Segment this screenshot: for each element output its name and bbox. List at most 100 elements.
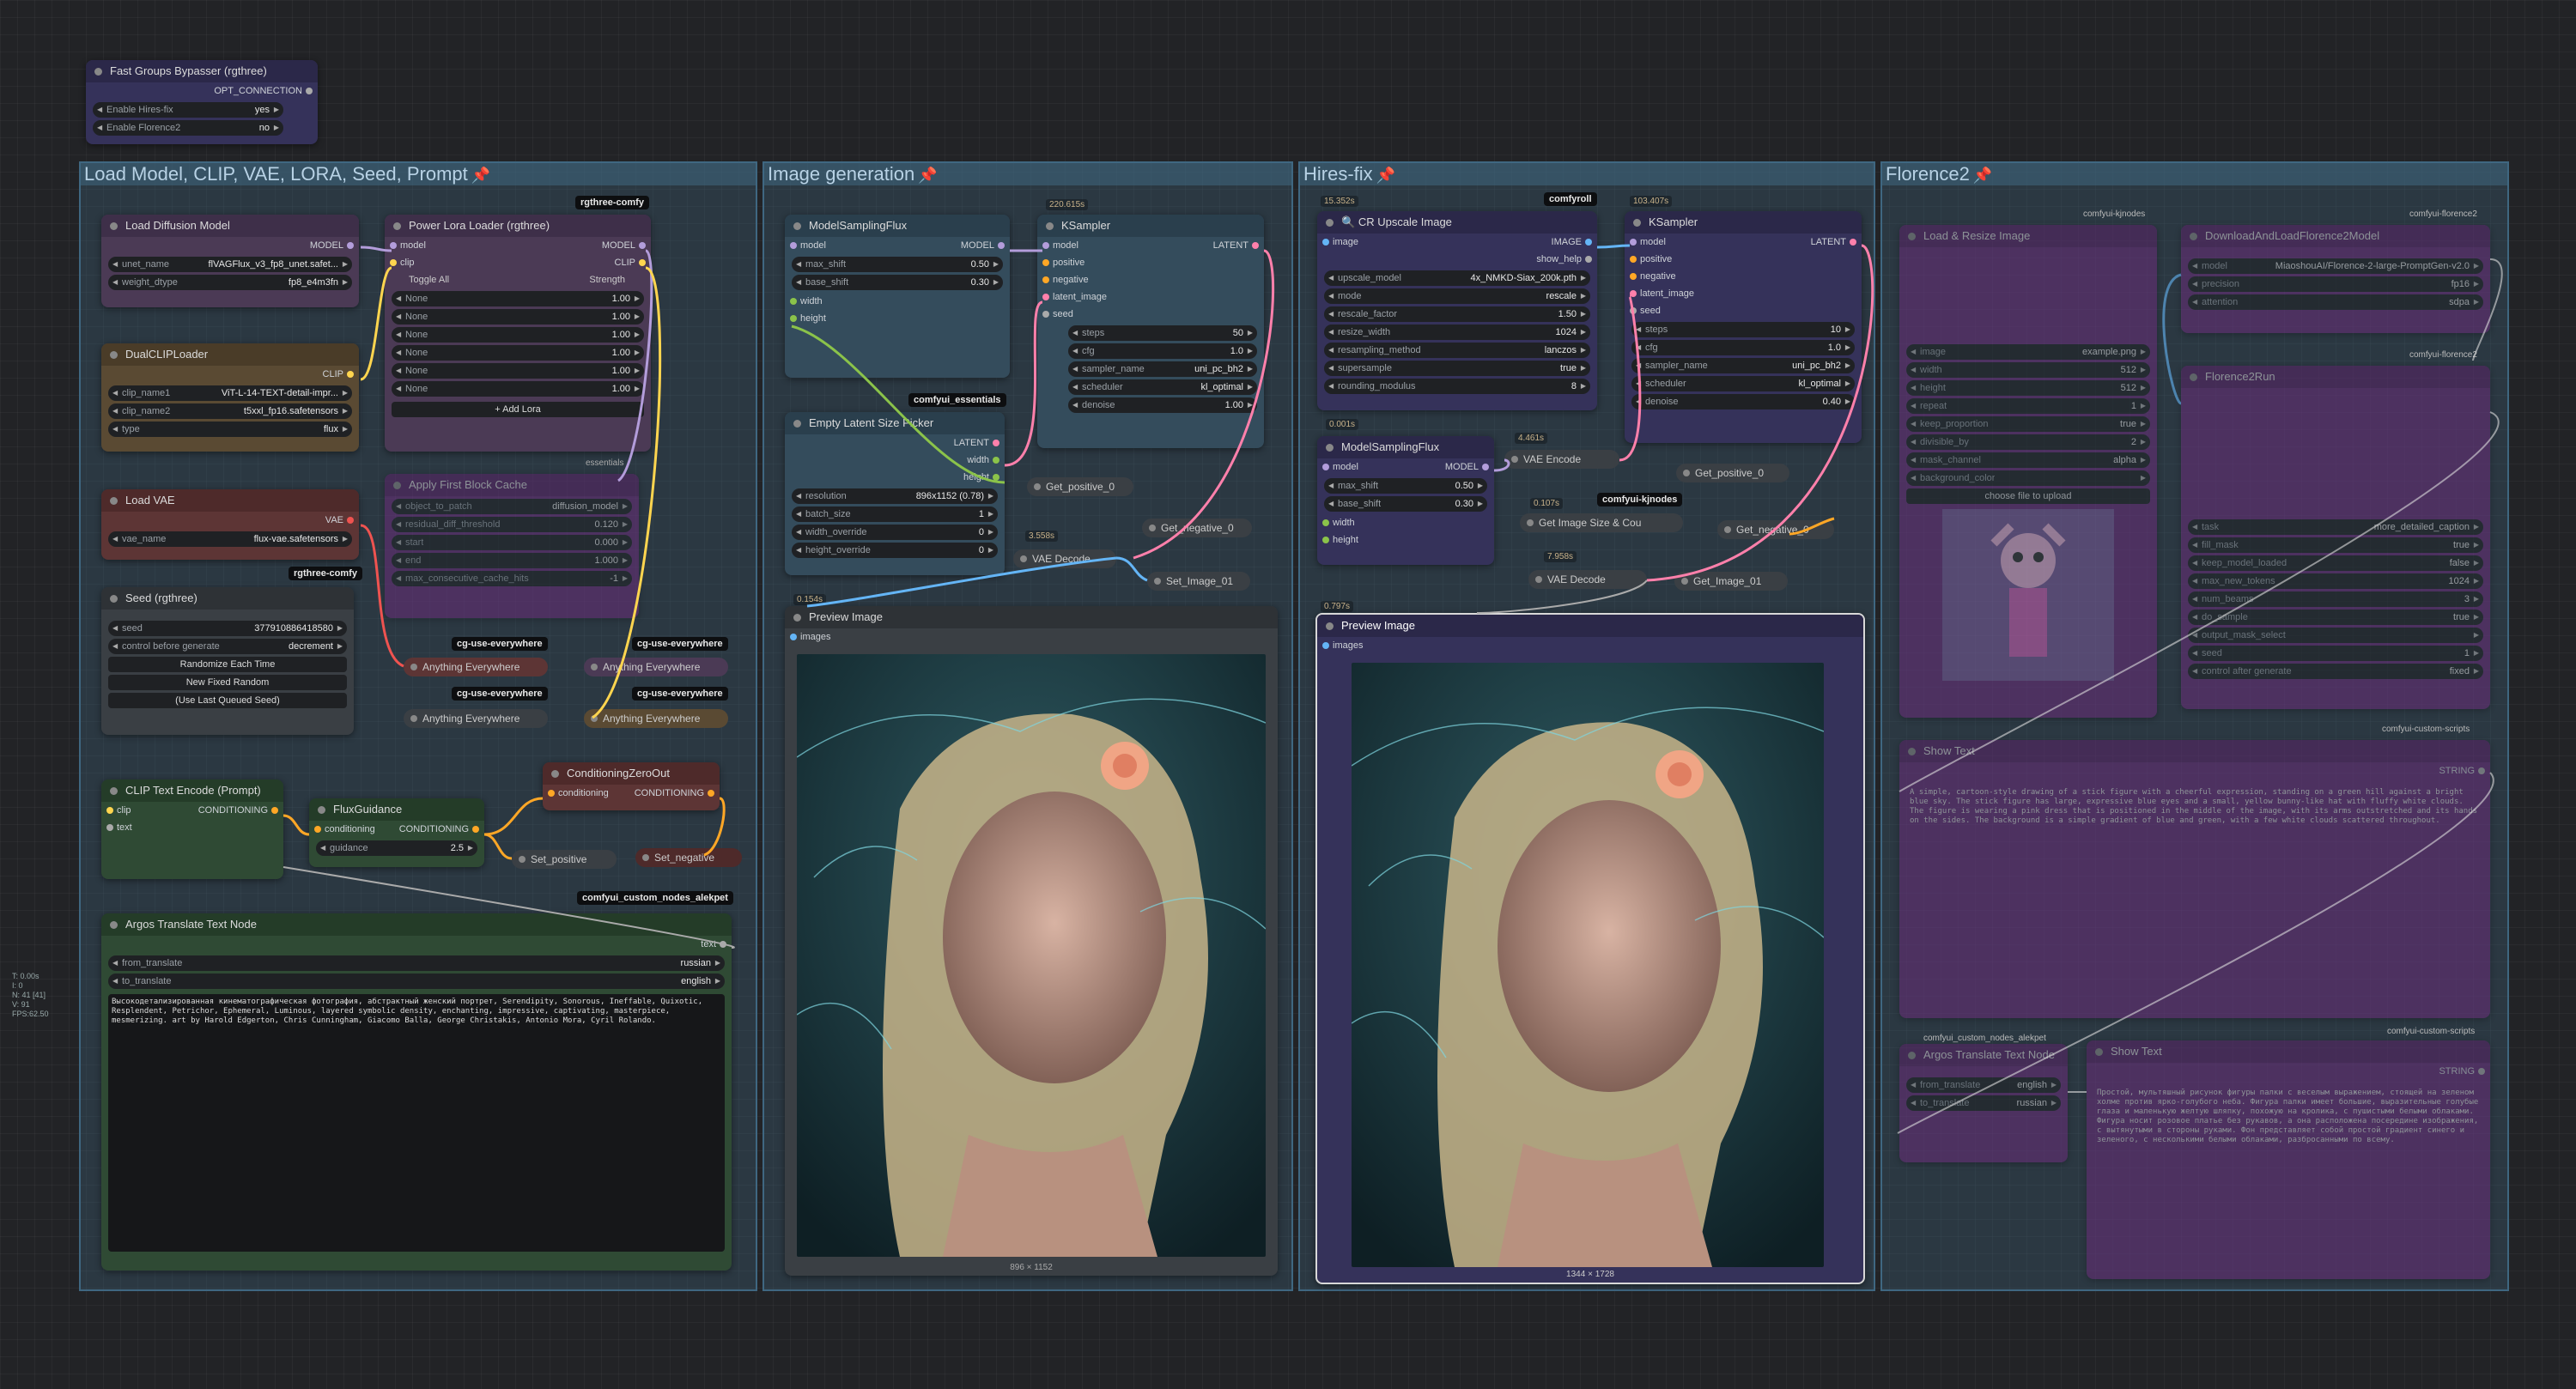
anything-everywhere-node[interactable]: Anything Everywhere	[404, 658, 548, 676]
pin-icon[interactable]: 📌	[471, 167, 490, 184]
input-slot[interactable]	[1630, 239, 1637, 246]
widget-height[interactable]: height512	[1906, 380, 2150, 396]
widget-batch-size[interactable]: batch_size1	[792, 506, 998, 522]
widget-florence-run[interactable]: fill_masktrue	[2188, 537, 2483, 553]
seed-node[interactable]: Seed (rgthree) seed377910886418580 contr…	[101, 587, 354, 735]
widget-fbc[interactable]: start0.000	[392, 535, 632, 550]
output-slot[interactable]	[271, 807, 278, 814]
widget-resize-width[interactable]: resize_width1024	[1324, 325, 1590, 340]
get-image-size-node[interactable]: Get Image Size & Cou	[1520, 513, 1683, 532]
conditioning-zero-out-node[interactable]: ConditioningZeroOut conditioning CONDITI…	[543, 762, 720, 810]
node-title[interactable]: 🔍 CR Upscale Image	[1317, 211, 1597, 234]
widget-to-translate[interactable]: to_translaterussian	[1906, 1095, 2061, 1111]
fast-groups-bypasser-node[interactable]: Fast Groups Bypasser (rgthree) OPT_CONNE…	[86, 60, 318, 144]
flux-guidance-node[interactable]: FluxGuidance conditioning CONDITIONING g…	[309, 798, 484, 867]
node-title[interactable]: Preview Image	[1317, 615, 1863, 637]
toggle-enable-florence[interactable]: Enable Florence2no	[93, 120, 283, 136]
lora-row[interactable]: None1.00	[392, 363, 644, 379]
widget-florence-run[interactable]: keep_model_loadedfalse	[2188, 555, 2483, 571]
widget-fbc[interactable]: max_consecutive_cache_hits-1	[392, 571, 632, 586]
output-slot[interactable]	[1585, 239, 1592, 246]
lora-row[interactable]: None1.00	[392, 291, 644, 306]
get-negative-node[interactable]: Get_negative_0	[1717, 520, 1834, 539]
download-load-florence2-node[interactable]: DownloadAndLoadFlorence2Model modelMiaos…	[2181, 225, 2490, 333]
output-slot[interactable]	[2478, 1068, 2485, 1075]
florence2-run-node[interactable]: Florence2Run taskmore_detailed_captionfi…	[2181, 366, 2490, 709]
widget-repeat[interactable]: repeat1	[1906, 398, 2150, 414]
input-slot[interactable]	[1322, 464, 1329, 470]
widget-sampler-name[interactable]: sampler_nameuni_pc_bh2	[1068, 361, 1257, 377]
widget-florence-run[interactable]: max_new_tokens1024	[2188, 573, 2483, 589]
widget-unet-name[interactable]: unet_nameflVAGFlux_v3_fp8_unet.safet...	[108, 257, 352, 272]
widget-guidance[interactable]: guidance2.5	[316, 840, 477, 856]
pin-icon[interactable]: 📌	[918, 167, 937, 184]
node-title[interactable]: Preview Image	[785, 606, 1278, 628]
input-slot[interactable]	[1630, 290, 1637, 297]
widget-rescale-factor[interactable]: rescale_factor1.50	[1324, 306, 1590, 322]
vae-decode-node[interactable]: VAE Decode	[1528, 570, 1647, 589]
widget-base-shift[interactable]: base_shift0.30	[792, 275, 1003, 290]
widget-clip-name1[interactable]: clip_name1ViT-L-14-TEXT-detail-impr...	[108, 385, 352, 401]
node-title[interactable]: DualCLIPLoader	[101, 343, 359, 366]
prompt-textarea[interactable]: Высокодетализированная кинематографическ…	[108, 994, 725, 1252]
vae-decode-node[interactable]: VAE Decode	[1013, 549, 1116, 568]
lora-row[interactable]: None1.00	[392, 309, 644, 325]
widget-width[interactable]: width512	[1906, 362, 2150, 378]
input-slot[interactable]	[790, 634, 797, 640]
widget-supersample[interactable]: supersampletrue	[1324, 361, 1590, 376]
set-image-node[interactable]: Set_Image_01	[1147, 572, 1250, 591]
widget-divisible-by[interactable]: divisible_by2	[1906, 434, 2150, 450]
widget-from-translate[interactable]: from_translaterussian	[108, 955, 725, 971]
input-slot[interactable]	[790, 242, 797, 249]
lora-row[interactable]: None1.00	[392, 381, 644, 397]
node-title[interactable]: KSampler	[1037, 215, 1264, 237]
widget-weight-dtype[interactable]: weight_dtypefp8_e4m3fn	[108, 275, 352, 290]
get-image-node[interactable]: Get_Image_01	[1674, 572, 1788, 591]
preview-image-hires-node[interactable]: Preview Image images 1344 × 1728	[1315, 613, 1865, 1284]
widget-mask-channel[interactable]: mask_channelalpha	[1906, 452, 2150, 468]
anything-everywhere-node[interactable]: Anything Everywhere	[584, 709, 728, 728]
argos-translate-florence-node[interactable]: Argos Translate Text Node from_translate…	[1899, 1044, 2068, 1162]
load-vae-node[interactable]: Load VAE VAE vae_nameflux-vae.safetensor…	[101, 489, 359, 560]
new-fixed-random-button[interactable]: New Fixed Random	[108, 675, 347, 690]
pin-icon[interactable]: 📌	[1376, 167, 1395, 184]
power-lora-loader-node[interactable]: Power Lora Loader (rgthree) model clip M…	[385, 215, 651, 452]
empty-latent-size-picker-node[interactable]: Empty Latent Size Picker LATENT width he…	[785, 412, 1005, 575]
cr-upscale-image-node[interactable]: 🔍 CR Upscale Image image IMAGE show_help…	[1317, 211, 1597, 410]
widget-vae-name[interactable]: vae_nameflux-vae.safetensors	[108, 531, 352, 547]
model-sampling-flux-hires-node[interactable]: ModelSamplingFlux model MODEL max_shift0…	[1317, 436, 1494, 565]
output-slot[interactable]	[720, 941, 726, 948]
widget-model[interactable]: modelMiaoshouAI/Florence-2-large-PromptG…	[2188, 258, 2483, 274]
preview-image-node[interactable]: Preview Image images 896 × 1152	[785, 606, 1278, 1276]
widget-type[interactable]: typeflux	[108, 422, 352, 437]
anything-everywhere-node[interactable]: Anything Everywhere	[404, 709, 548, 728]
widget-florence-run[interactable]: num_beams3	[2188, 591, 2483, 607]
widget-mode[interactable]: moderescale	[1324, 288, 1590, 304]
toggle-enable-hires[interactable]: Enable Hires-fixyes	[93, 102, 283, 118]
input-slot[interactable]	[1042, 259, 1049, 266]
toggle-all[interactable]: Toggle All	[409, 275, 449, 285]
widget-image[interactable]: imageexample.png	[1906, 344, 2150, 360]
widget-rounding-modulus[interactable]: rounding_modulus8	[1324, 379, 1590, 394]
output-slot[interactable]	[1585, 256, 1592, 263]
input-slot[interactable]	[390, 259, 397, 266]
output-slot[interactable]	[347, 371, 354, 378]
model-sampling-flux-node[interactable]: ModelSamplingFlux model MODEL max_shift0…	[785, 215, 1010, 378]
add-lora-button[interactable]: + Add Lora	[392, 402, 644, 417]
pin-icon[interactable]: 📌	[1973, 167, 1992, 184]
node-title[interactable]: ConditioningZeroOut	[543, 762, 720, 785]
input-slot[interactable]	[314, 826, 321, 833]
argos-translate-node[interactable]: Argos Translate Text Node text from_tran…	[101, 913, 732, 1271]
widget-max-shift[interactable]: max_shift0.50	[792, 257, 1003, 272]
input-slot[interactable]	[1630, 307, 1637, 314]
node-title[interactable]: FluxGuidance	[309, 798, 484, 821]
node-title[interactable]: DownloadAndLoadFlorence2Model	[2181, 225, 2490, 247]
node-title[interactable]: Show Text	[1899, 740, 2490, 762]
output-slot[interactable]	[1252, 242, 1259, 249]
input-slot[interactable]	[1042, 276, 1049, 283]
widget-resampling-method[interactable]: resampling_methodlanczos	[1324, 343, 1590, 358]
dual-clip-loader-node[interactable]: DualCLIPLoader CLIP clip_name1ViT-L-14-T…	[101, 343, 359, 452]
widget-cfg[interactable]: cfg1.0	[1631, 340, 1855, 355]
node-title[interactable]: Show Text	[2087, 1040, 2490, 1063]
widget-fbc[interactable]: end1.000	[392, 553, 632, 568]
